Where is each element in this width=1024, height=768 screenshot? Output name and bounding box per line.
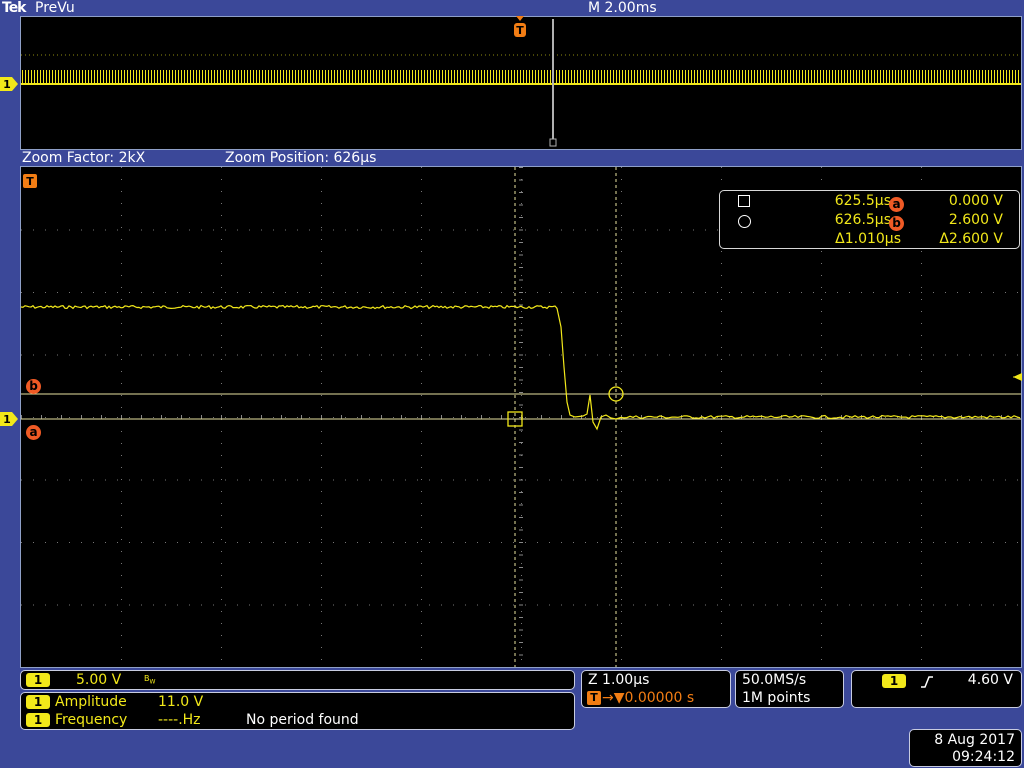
- trigger-level-arrow-icon[interactable]: [1010, 368, 1022, 381]
- sample-rate: 50.0MS/s: [742, 672, 807, 688]
- acquisition-panel[interactable]: 50.0MS/s 1M points: [735, 670, 844, 708]
- brand-logo: Tek: [2, 0, 26, 16]
- trigger-source-badge: 1: [882, 674, 906, 688]
- cursor-2-time: 626.5µs: [834, 212, 891, 228]
- trigger-level: 4.60 V: [967, 672, 1013, 688]
- svg-text:1: 1: [3, 413, 11, 426]
- svg-text:1: 1: [3, 78, 11, 91]
- cursor-a-volts: 0.000 V: [948, 193, 1003, 209]
- bandwidth-limit-icon: BW: [144, 674, 156, 686]
- measurements-panel[interactable]: 1 Amplitude 11.0 V 1 Frequency ----.Hz N…: [20, 692, 575, 730]
- channel-1-scale: 5.00 V: [76, 672, 122, 688]
- cursor-1-time: 625.5µs: [834, 193, 891, 209]
- measurement-2-name: Frequency: [55, 712, 128, 728]
- measurement-2-channel: 1: [26, 713, 50, 727]
- svg-text:T: T: [26, 175, 34, 188]
- main-channel-marker[interactable]: 1: [0, 411, 20, 427]
- acquisition-mode: PreVu: [35, 0, 75, 16]
- trigger-panel[interactable]: 1 4.60 V: [851, 670, 1022, 708]
- cursor-b-badge: b: [889, 212, 904, 231]
- zoom-position: Zoom Position: 626µs: [225, 150, 377, 166]
- cursor-b-marker[interactable]: b: [26, 375, 41, 394]
- rising-edge-icon: [920, 674, 934, 688]
- trigger-offset: →▼0.00000 s: [602, 690, 695, 706]
- cursor-readout-panel: 625.5µs 626.5µs Δ1.010µs a b 0.000 V 2.6…: [719, 190, 1020, 249]
- cursor-a-marker[interactable]: a: [26, 421, 41, 440]
- overview-trigger-icon[interactable]: T: [513, 16, 527, 40]
- overview-trigger-label: T: [516, 24, 524, 37]
- cursor-a-badge: a: [889, 193, 904, 212]
- time: 09:24:12: [952, 749, 1015, 765]
- cursor-delta-volts: Δ2.600 V: [939, 231, 1003, 247]
- zoom-scale: Z 1.00µs: [588, 672, 650, 688]
- measurement-1-channel: 1: [26, 695, 50, 709]
- trigger-position-icon: T: [587, 691, 601, 705]
- channel-1-scale-panel[interactable]: 1 5.00 V BW: [20, 670, 575, 690]
- measurement-1-name: Amplitude: [55, 694, 127, 710]
- measurement-1-value: 11.0 V: [158, 694, 204, 710]
- datetime-panel: 8 Aug 2017 09:24:12: [909, 729, 1022, 767]
- zoom-scale-panel[interactable]: Z 1.00µs T →▼0.00000 s: [581, 670, 731, 708]
- cursor-2-circle-icon: [738, 215, 751, 228]
- cursor-b-volts: 2.600 V: [948, 212, 1003, 228]
- measurement-2-value: ----.Hz: [158, 712, 201, 728]
- cursor-1-square-icon: [738, 195, 750, 207]
- date: 8 Aug 2017: [934, 732, 1015, 748]
- cursor-delta-time: Δ1.010µs: [835, 231, 901, 247]
- measurement-2-note: No period found: [246, 712, 359, 728]
- timebase-readout[interactable]: M 2.00ms: [588, 0, 657, 16]
- channel-1-badge: 1: [26, 673, 50, 687]
- main-trigger-icon[interactable]: T: [23, 174, 38, 190]
- record-length: 1M points: [742, 690, 811, 706]
- zoom-factor: Zoom Factor: 2kX: [22, 150, 146, 166]
- overview-channel-marker[interactable]: 1: [0, 76, 20, 92]
